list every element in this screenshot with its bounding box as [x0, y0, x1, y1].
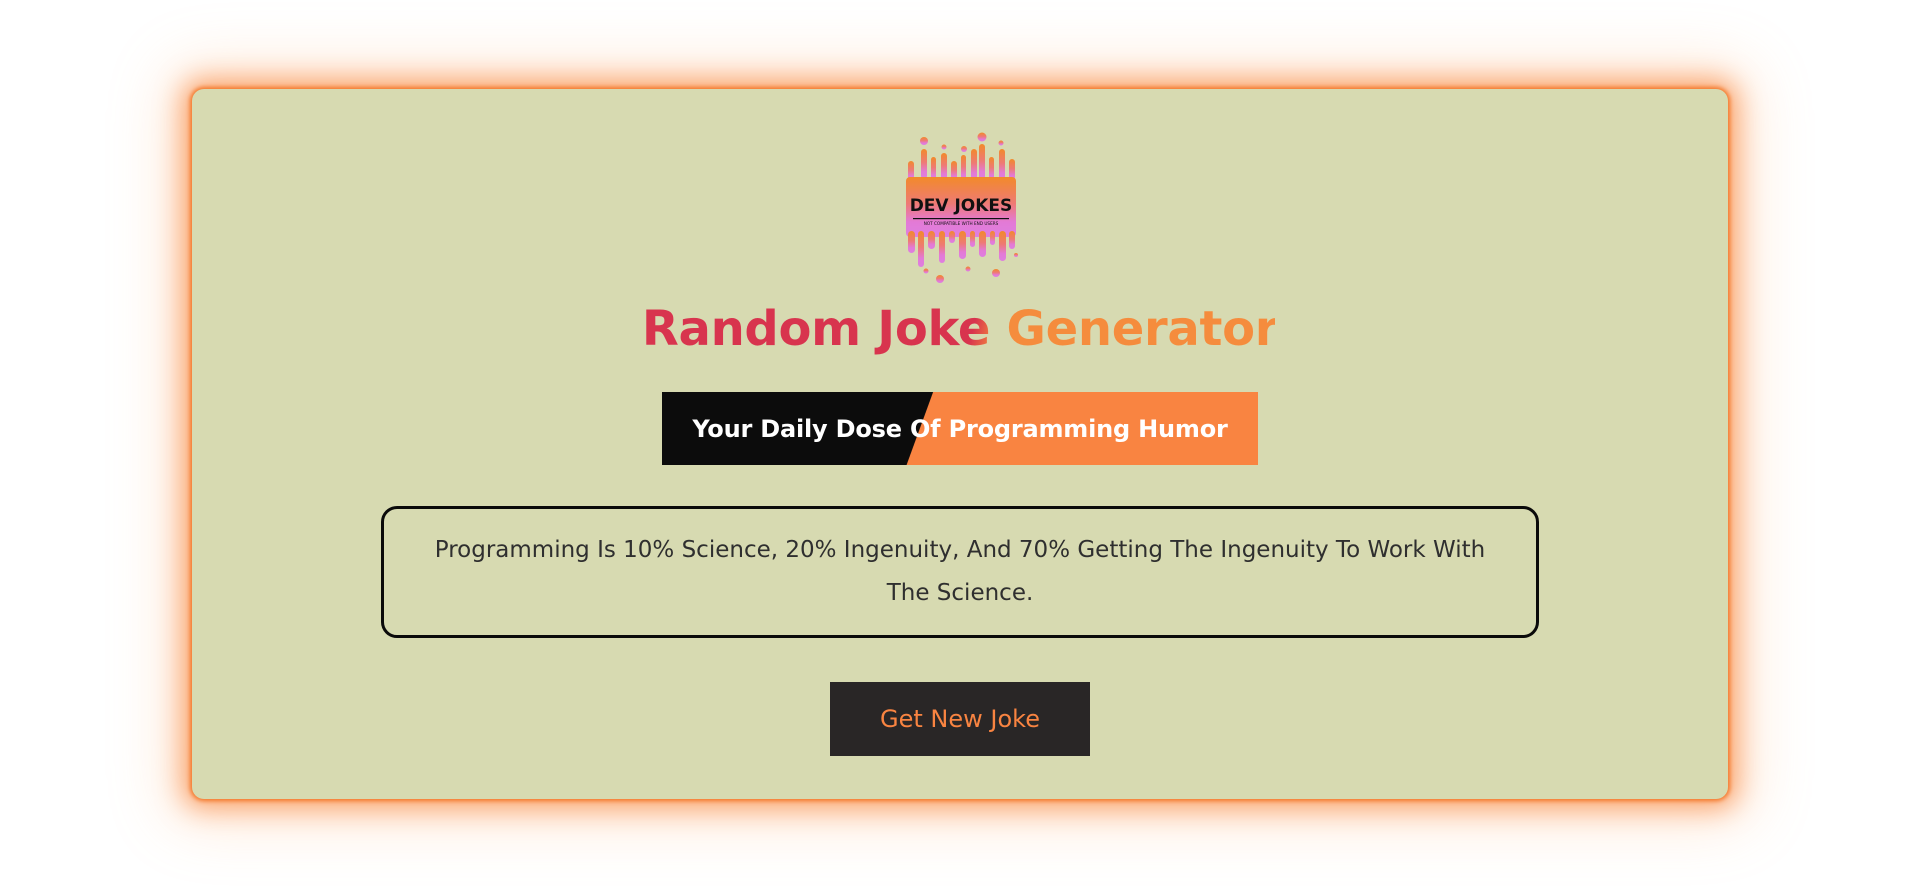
tagline-banner: Your Daily Dose Of Programming Humor: [662, 392, 1258, 465]
get-new-joke-button[interactable]: Get New Joke: [830, 682, 1090, 756]
joke-text: Programming Is 10% Science, 20% Ingenuit…: [434, 537, 1486, 606]
page-title: Random Joke Generator: [192, 299, 1728, 359]
logo-subtext: NOT COMPATIBLE WITH END USERS: [924, 221, 999, 226]
logo-text: DEV JOKES: [910, 196, 1013, 216]
dev-jokes-logo: DEV JOKES NOT COMPATIBLE WITH END USERS: [906, 132, 1018, 283]
joke-card: DEV JOKES NOT COMPATIBLE WITH END USERS …: [192, 89, 1728, 799]
joke-text-box: Programming Is 10% Science, 20% Ingenuit…: [381, 506, 1539, 638]
